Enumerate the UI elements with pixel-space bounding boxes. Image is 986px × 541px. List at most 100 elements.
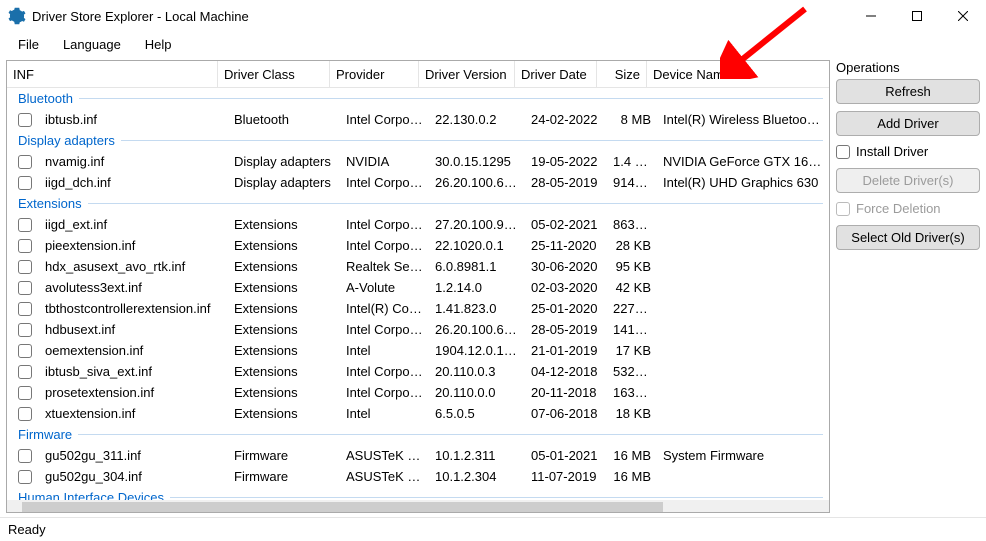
table-row[interactable]: oemextension.infExtensionsIntel1904.12.0…	[7, 340, 829, 361]
cell-provider: Intel Corpora...	[340, 175, 429, 190]
row-checkbox[interactable]	[18, 365, 32, 379]
cell-version: 26.20.100.6911	[429, 175, 525, 190]
table-header: INF Driver Class Provider Driver Version…	[7, 61, 829, 88]
row-checkbox[interactable]	[18, 113, 32, 127]
cell-class: Firmware	[228, 469, 340, 484]
menu-file[interactable]: File	[8, 35, 49, 54]
cell-size: 28 KB	[607, 238, 657, 253]
table-body[interactable]: Bluetooth ibtusb.infBluetoothIntel Corpor…	[7, 88, 829, 500]
cell-provider: Intel Corpora...	[340, 322, 429, 337]
delete-driver-button[interactable]: Delete Driver(s)	[836, 168, 980, 193]
row-checkbox[interactable]	[18, 386, 32, 400]
table-row[interactable]: gu502gu_304.infFirmwareASUSTeK CO...10.1…	[7, 466, 829, 487]
scrollbar-thumb[interactable]	[22, 502, 663, 512]
row-checkbox[interactable]	[18, 323, 32, 337]
cell-size: 914 MB	[607, 175, 657, 190]
cell-inf: iigd_ext.inf	[39, 217, 228, 232]
row-checkbox[interactable]	[18, 155, 32, 169]
refresh-button[interactable]: Refresh	[836, 79, 980, 104]
group-name: Firmware	[18, 427, 72, 442]
cell-class: Display adapters	[228, 175, 340, 190]
cell-version: 1904.12.0.1208	[429, 343, 525, 358]
column-header-inf[interactable]: INF	[7, 61, 218, 87]
add-driver-button[interactable]: Add Driver	[836, 111, 980, 136]
table-row[interactable]: xtuextension.infExtensionsIntel6.5.0.507…	[7, 403, 829, 424]
table-row[interactable]: nvamig.infDisplay adaptersNVIDIA30.0.15.…	[7, 151, 829, 172]
cell-size: 17 KB	[607, 343, 657, 358]
column-header-class[interactable]: Driver Class	[218, 61, 330, 87]
force-deletion-checkbox: Force Deletion	[836, 201, 980, 216]
group-header[interactable]: Display adapters	[7, 130, 829, 151]
table-row[interactable]: prosetextension.infExtensionsIntel Corpo…	[7, 382, 829, 403]
horizontal-scrollbar[interactable]	[7, 500, 829, 512]
minimize-button[interactable]	[848, 0, 894, 32]
group-divider	[170, 497, 823, 498]
cell-size: 18 KB	[607, 406, 657, 421]
cell-version: 22.1020.0.1	[429, 238, 525, 253]
cell-size: 863 KB	[607, 217, 657, 232]
group-name: Bluetooth	[18, 91, 73, 106]
cell-date: 05-02-2021	[525, 217, 607, 232]
column-header-size[interactable]: Size	[597, 61, 647, 87]
row-checkbox[interactable]	[18, 239, 32, 253]
table-row[interactable]: ibtusb.infBluetoothIntel Corpora...22.13…	[7, 109, 829, 130]
table-row[interactable]: avolutess3ext.infExtensionsA-Volute1.2.1…	[7, 277, 829, 298]
table-row[interactable]: iigd_ext.infExtensionsIntel Corpora...27…	[7, 214, 829, 235]
checkbox-icon	[836, 145, 850, 159]
cell-class: Extensions	[228, 385, 340, 400]
cell-class: Extensions	[228, 259, 340, 274]
row-checkbox[interactable]	[18, 449, 32, 463]
row-checkbox[interactable]	[18, 344, 32, 358]
cell-size: 16 MB	[607, 469, 657, 484]
table-row[interactable]: tbthostcontrollerextension.infExtensions…	[7, 298, 829, 319]
column-header-provider[interactable]: Provider	[330, 61, 419, 87]
row-checkbox[interactable]	[18, 470, 32, 484]
menu-help[interactable]: Help	[135, 35, 182, 54]
cell-size: 163 KB	[607, 385, 657, 400]
column-header-device[interactable]: Device Name	[647, 61, 829, 87]
table-row[interactable]: gu502gu_311.infFirmwareASUSTeK CO...10.1…	[7, 445, 829, 466]
cell-date: 28-05-2019	[525, 175, 607, 190]
row-checkbox[interactable]	[18, 176, 32, 190]
column-header-date[interactable]: Driver Date	[515, 61, 597, 87]
group-header[interactable]: Human Interface Devices	[7, 487, 829, 500]
cell-date: 05-01-2021	[525, 448, 607, 463]
table-row[interactable]: iigd_dch.infDisplay adaptersIntel Corpor…	[7, 172, 829, 193]
row-checkbox[interactable]	[18, 407, 32, 421]
cell-inf: gu502gu_304.inf	[39, 469, 228, 484]
cell-size: 227 KB	[607, 301, 657, 316]
row-checkbox[interactable]	[18, 218, 32, 232]
cell-inf: tbthostcontrollerextension.inf	[39, 301, 228, 316]
group-header[interactable]: Firmware	[7, 424, 829, 445]
cell-date: 25-11-2020	[525, 238, 607, 253]
group-header[interactable]: Bluetooth	[7, 88, 829, 109]
group-name: Extensions	[18, 196, 82, 211]
install-driver-checkbox[interactable]: Install Driver	[836, 144, 980, 159]
cell-class: Extensions	[228, 301, 340, 316]
row-checkbox[interactable]	[18, 281, 32, 295]
cell-version: 10.1.2.304	[429, 469, 525, 484]
cell-version: 20.110.0.0	[429, 385, 525, 400]
maximize-button[interactable]	[894, 0, 940, 32]
table-row[interactable]: pieextension.infExtensionsIntel Corpora.…	[7, 235, 829, 256]
cell-version: 22.130.0.2	[429, 112, 525, 127]
close-button[interactable]	[940, 0, 986, 32]
cell-inf: hdx_asusext_avo_rtk.inf	[39, 259, 228, 274]
row-checkbox[interactable]	[18, 260, 32, 274]
row-checkbox[interactable]	[18, 302, 32, 316]
group-header[interactable]: Extensions	[7, 193, 829, 214]
table-row[interactable]: ibtusb_siva_ext.infExtensionsIntel Corpo…	[7, 361, 829, 382]
select-old-button[interactable]: Select Old Driver(s)	[836, 225, 980, 250]
cell-inf: iigd_dch.inf	[39, 175, 228, 190]
cell-version: 6.5.0.5	[429, 406, 525, 421]
group-divider	[78, 434, 823, 435]
cell-version: 30.0.15.1295	[429, 154, 525, 169]
cell-provider: Intel Corpora...	[340, 112, 429, 127]
cell-version: 10.1.2.311	[429, 448, 525, 463]
menu-language[interactable]: Language	[53, 35, 131, 54]
cell-provider: Intel Corpora...	[340, 238, 429, 253]
table-row[interactable]: hdbusext.infExtensionsIntel Corpora...26…	[7, 319, 829, 340]
table-row[interactable]: hdx_asusext_avo_rtk.infExtensionsRealtek…	[7, 256, 829, 277]
column-header-version[interactable]: Driver Version	[419, 61, 515, 87]
cell-version: 1.2.14.0	[429, 280, 525, 295]
